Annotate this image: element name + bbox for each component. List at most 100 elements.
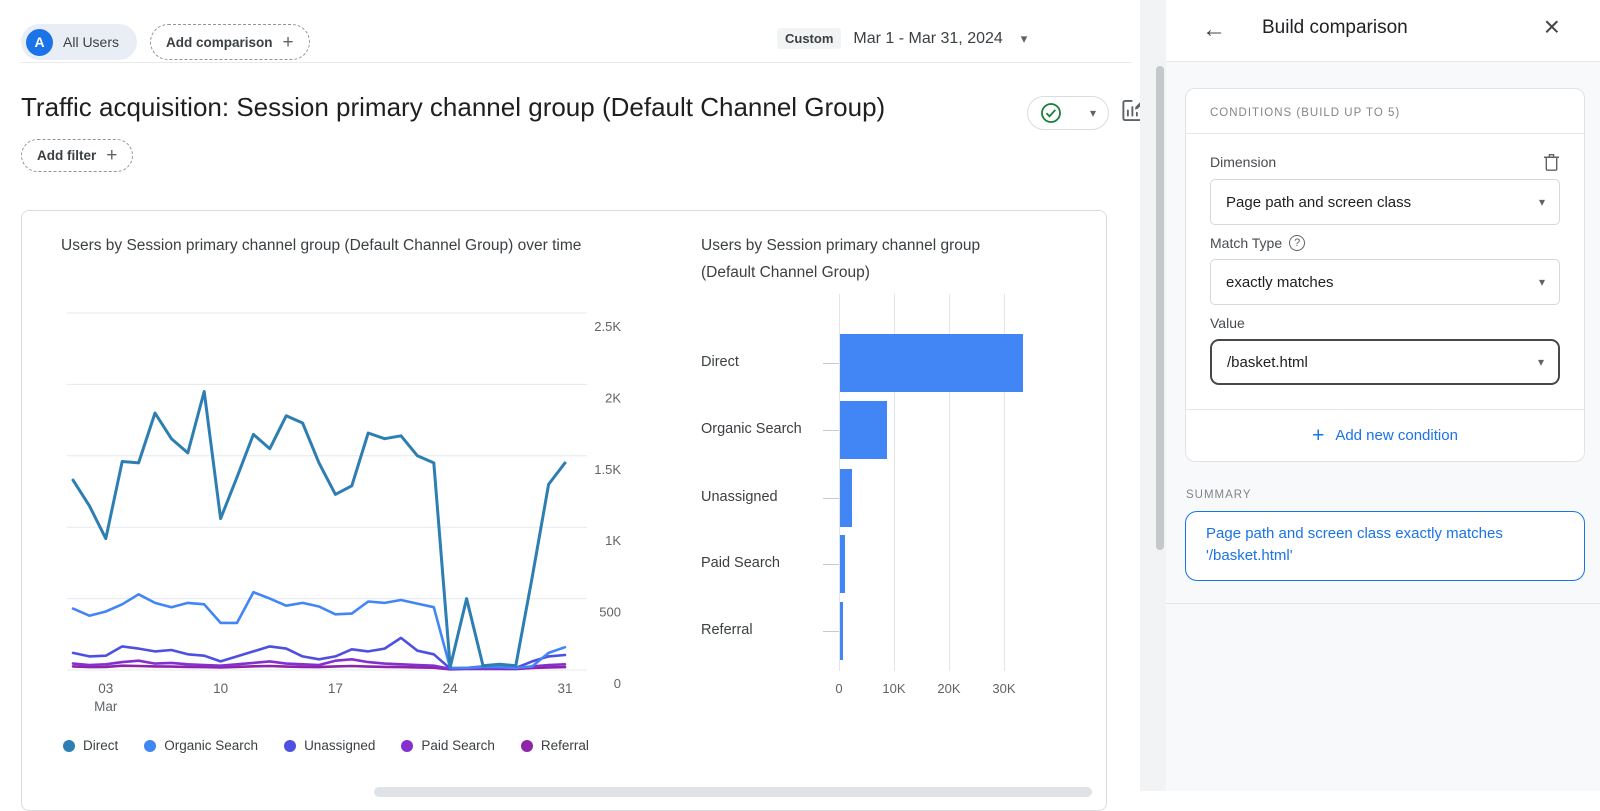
divider [1166,603,1600,604]
legend-item[interactable]: Paid Search [401,738,495,753]
panel-title: Build comparison [1262,17,1408,39]
panel-header: ← Build comparison × [1166,0,1600,62]
add-comparison-label: Add comparison [166,35,273,50]
add-comparison-button[interactable]: Add comparison + [150,24,310,60]
dimension-select[interactable]: Page path and screen class ▾ [1210,179,1560,225]
x-tick-label: 31 [557,681,572,696]
x-tick-label: 10 [213,681,228,696]
bar-category-label: Direct [701,354,829,370]
page-title: Traffic acquisition: Session primary cha… [21,92,885,123]
chevron-down-icon: ▾ [1090,106,1096,120]
charts-card: Users by Session primary channel group (… [21,210,1107,811]
bar-category-label: Referral [701,622,829,638]
chevron-down-icon: ▾ [1538,355,1544,369]
legend-item[interactable]: Organic Search [144,738,258,753]
y-tick-label: 2K [605,390,621,405]
close-icon[interactable]: × [1544,13,1560,41]
help-icon[interactable]: ? [1289,235,1305,251]
line-chart-title: Users by Session primary channel group (… [61,232,601,259]
chevron-down-icon: ▾ [1021,31,1028,47]
legend-dot-icon [63,740,75,752]
date-range-type-badge: Custom [777,28,841,49]
y-tick-label: 1K [605,533,621,548]
main-content: A All Users Add comparison + Custom Mar … [0,0,1140,791]
conditions-header: CONDITIONS (BUILD UP TO 5) [1186,89,1584,134]
x-tick-label: 17 [328,681,343,696]
value-select[interactable]: /basket.html ▾ [1210,339,1560,385]
legend-dot-icon [521,740,533,752]
y-tick-label: 0 [614,676,621,691]
legend-label: Paid Search [421,738,495,753]
add-new-condition-label: Add new condition [1335,427,1458,444]
date-range-text: Mar 1 - Mar 31, 2024 [853,30,1002,48]
category-tick [823,564,839,565]
match-type-select[interactable]: exactly matches ▾ [1210,259,1560,305]
x-tick-label: 10K [882,681,905,696]
legend-label: Referral [541,738,589,753]
category-tick [823,363,839,364]
divider [20,62,1132,63]
plus-icon: + [283,33,294,52]
legend-item[interactable]: Referral [521,738,589,753]
bar-chart-title: Users by Session primary channel group (… [701,232,1021,286]
avatar: A [26,29,53,56]
panel-body: CONDITIONS (BUILD UP TO 5) Dimension Pag… [1166,62,1600,604]
plus-icon: + [106,146,117,165]
x-tick-label: 30K [992,681,1015,696]
build-comparison-panel: ← Build comparison × CONDITIONS (BUILD U… [1166,0,1600,791]
series-line-direct [73,392,565,668]
x-tick-sublabel: Mar [94,699,118,714]
category-tick [823,430,839,431]
x-tick-label: 24 [443,681,459,696]
add-filter-label: Add filter [37,148,96,163]
x-tick-label: 03 [98,681,113,696]
add-new-condition-button[interactable]: + Add new condition [1186,409,1584,461]
all-users-chip[interactable]: A All Users [21,24,137,60]
y-tick-label: 500 [599,605,621,620]
legend-dot-icon [401,740,413,752]
line-chart[interactable]: 0 500 1K 1.5K 2K 2.5K 03 Mar 10 17 24 31 [63,299,653,719]
match-type-label: Match Type [1210,235,1282,251]
date-range-picker[interactable]: Custom Mar 1 - Mar 31, 2024 ▾ [777,28,1027,49]
bar-category-label: Paid Search [701,555,829,571]
bar-referral[interactable] [840,602,843,660]
scrollbar-gutter [1140,0,1166,791]
y-tick-label: 1.5K [594,462,621,477]
x-tick-label: 20K [937,681,960,696]
plus-icon: + [1312,424,1324,448]
trash-icon[interactable] [1543,152,1560,171]
back-arrow-icon[interactable]: ← [1202,16,1226,44]
bar-paid-search[interactable] [840,535,845,593]
summary-chip[interactable]: Page path and screen class exactly match… [1185,511,1585,581]
bar-unassigned[interactable] [840,469,852,527]
data-quality-button[interactable]: ▾ [1027,96,1109,130]
all-users-label: All Users [63,34,119,50]
value-label: Value [1210,315,1245,331]
horizontal-scrollbar[interactable] [374,787,1092,797]
conditions-card: CONDITIONS (BUILD UP TO 5) Dimension Pag… [1185,88,1585,462]
category-tick [823,498,839,499]
category-tick [823,631,839,632]
x-tick-label: 0 [835,681,842,696]
dimension-label: Dimension [1210,154,1276,170]
vertical-scrollbar[interactable] [1156,66,1164,550]
legend-item[interactable]: Unassigned [284,738,375,753]
legend-dot-icon [144,740,156,752]
legend-label: Unassigned [304,738,375,753]
bar-chart[interactable]: 0 10K 20K 30K Direct Organic Search Unassigned… [701,286,1096,706]
bar-direct[interactable] [840,334,1023,392]
chart-legend: Direct Organic Search Unassigned Paid Searc… [63,738,589,753]
add-filter-button[interactable]: Add filter + [21,139,133,172]
legend-item[interactable]: Direct [63,738,118,753]
chevron-down-icon: ▾ [1539,195,1545,209]
legend-dot-icon [284,740,296,752]
y-tick-label: 2.5K [594,319,621,334]
summary-header: SUMMARY [1186,489,1585,501]
chevron-down-icon: ▾ [1539,275,1545,289]
legend-label: Organic Search [164,738,258,753]
legend-label: Direct [83,738,118,753]
series-line-organic-search [73,592,565,668]
bar-organic-search[interactable] [840,401,887,459]
bar-category-label: Unassigned [701,489,829,505]
bar-category-label: Organic Search [701,421,829,437]
